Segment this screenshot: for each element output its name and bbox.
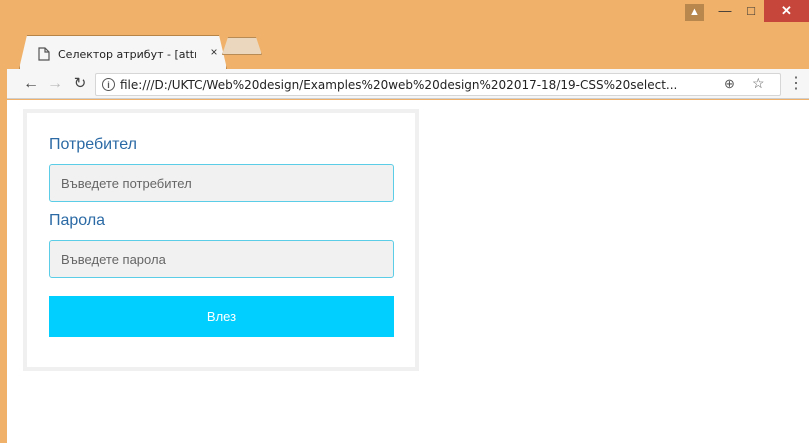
arrow-right-icon[interactable]: → bbox=[45, 74, 65, 94]
new-tab-button[interactable] bbox=[222, 37, 262, 55]
star-icon[interactable]: ☆ bbox=[752, 75, 765, 92]
browser-window: Селектор атрибут - [attr × ▲ — □ ✕ ← → ↻… bbox=[0, 0, 809, 443]
close-icon[interactable]: ✕ bbox=[764, 0, 809, 22]
arrow-left-icon[interactable]: ← bbox=[21, 74, 41, 94]
tab-title: Селектор атрибут - [attr bbox=[58, 48, 196, 61]
minimize-icon[interactable]: — bbox=[712, 0, 738, 22]
address-bar[interactable]: i file:///D:/UKTC/Web%20design/Examples%… bbox=[95, 73, 781, 96]
maximize-icon[interactable]: □ bbox=[738, 0, 764, 22]
login-button[interactable]: Влез bbox=[49, 296, 394, 337]
tab-active[interactable]: Селектор атрибут - [attr × bbox=[19, 35, 227, 69]
menu-dots-icon[interactable]: ⋮ bbox=[788, 74, 804, 94]
title-bar: Селектор атрибут - [attr × ▲ — □ ✕ bbox=[0, 0, 809, 69]
login-form: Потребител Парола Влез bbox=[23, 109, 419, 371]
tab-strip: Селектор атрибут - [attr × bbox=[0, 25, 809, 69]
url-text[interactable]: file:///D:/UKTC/Web%20design/Examples%20… bbox=[120, 78, 712, 92]
tab-close-icon[interactable]: × bbox=[207, 45, 221, 59]
password-input[interactable] bbox=[49, 240, 394, 278]
username-label: Потребител bbox=[49, 136, 137, 153]
zoom-icon[interactable]: ⊕ bbox=[724, 76, 735, 92]
reload-icon[interactable]: ↻ bbox=[70, 74, 90, 94]
user-icon[interactable]: ▲ bbox=[685, 4, 704, 21]
password-label: Парола bbox=[49, 212, 106, 229]
page-icon bbox=[38, 47, 50, 61]
info-icon[interactable]: i bbox=[102, 78, 115, 91]
username-input[interactable] bbox=[49, 164, 394, 202]
browser-toolbar: ← → ↻ i file:///D:/UKTC/Web%20design/Exa… bbox=[7, 69, 809, 99]
page-viewport: Потребител Парола Влез bbox=[7, 100, 809, 443]
